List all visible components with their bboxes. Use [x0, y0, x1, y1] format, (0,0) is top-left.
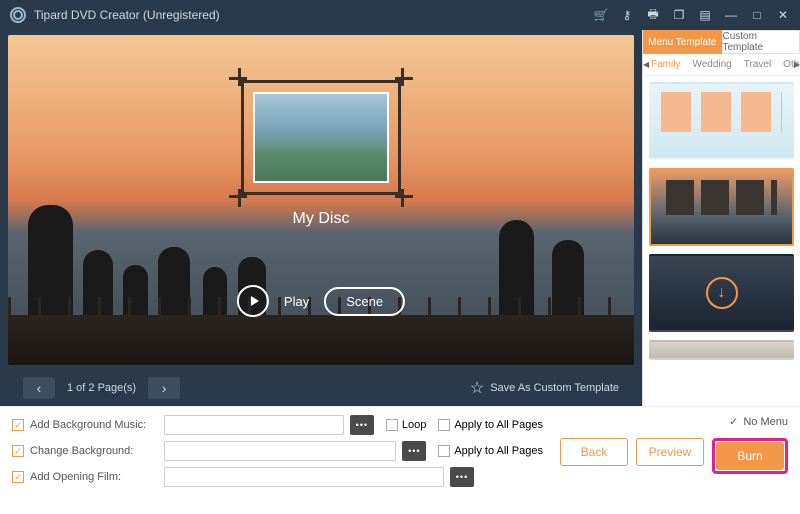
no-menu-label: No Menu — [743, 416, 788, 428]
opening-film-browse-button[interactable]: ••• — [450, 467, 474, 487]
opening-film-input[interactable] — [164, 467, 444, 487]
settings-icon[interactable]: ▤ — [698, 8, 712, 22]
template-thumbnails: ↓ — [643, 76, 800, 406]
category-wedding[interactable]: Wedding — [686, 59, 737, 70]
next-page-button[interactable]: › — [148, 377, 180, 399]
play-controls: Play Scene — [237, 285, 405, 317]
cart-icon[interactable]: 🛒 — [594, 8, 608, 22]
back-button[interactable]: Back — [560, 438, 628, 466]
template-thumb-2[interactable] — [649, 168, 794, 246]
download-icon: ↓ — [706, 277, 738, 309]
change-bg-label: Change Background: — [30, 445, 158, 457]
bg-music-browse-button[interactable]: ••• — [350, 415, 374, 435]
template-thumb-4[interactable] — [649, 340, 794, 360]
app-title: Tipard DVD Creator (Unregistered) — [34, 8, 594, 22]
disc-title[interactable]: My Disc — [293, 210, 350, 228]
opening-film-label: Add Opening Film: — [30, 471, 158, 483]
music-apply-all-checkbox[interactable]: ✓ — [438, 419, 450, 431]
template-sidebar: Menu Template Custom Template ◀ Family W… — [642, 30, 800, 406]
print-icon[interactable]: 🖶 — [646, 8, 660, 22]
titlebar: Tipard DVD Creator (Unregistered) 🛒 ⚷ 🖶 … — [0, 0, 800, 30]
video-thumbnail — [253, 92, 389, 183]
preview-button[interactable]: Preview — [636, 438, 704, 466]
star-icon: ☆ — [470, 378, 484, 398]
page-indicator: 1 of 2 Page(s) — [67, 382, 136, 394]
menu-preview-canvas: My Disc Play Scene — [8, 35, 634, 365]
bg-apply-all-checkbox[interactable]: ✓ — [438, 445, 450, 457]
template-type-tabs: Menu Template Custom Template — [643, 30, 800, 54]
loop-label: Loop — [402, 419, 426, 431]
change-bg-browse-button[interactable]: ••• — [402, 441, 426, 461]
prev-page-button[interactable]: ‹ — [23, 377, 55, 399]
loop-checkbox[interactable]: ✓ — [386, 419, 398, 431]
bg-music-input[interactable] — [164, 415, 344, 435]
titlebar-icons: 🛒 ⚷ 🖶 ❐ ▤ — □ ✕ — [594, 8, 790, 22]
opening-film-checkbox[interactable]: ✓ — [12, 471, 24, 483]
no-menu-option: ✓ No Menu — [729, 415, 788, 428]
change-bg-checkbox[interactable]: ✓ — [12, 445, 24, 457]
close-icon[interactable]: ✕ — [776, 8, 790, 22]
burn-button[interactable]: Burn — [716, 442, 784, 470]
category-tabs: ◀ Family Wedding Travel Oth ▶ — [643, 54, 800, 76]
category-scroll-left-icon[interactable]: ◀ — [643, 60, 649, 69]
template-thumb-1[interactable] — [649, 82, 794, 160]
bg-pier — [8, 315, 634, 365]
key-icon[interactable]: ⚷ — [620, 8, 634, 22]
save-template-link[interactable]: Save As Custom Template — [490, 382, 619, 394]
options-column: ✓ Add Background Music: ••• ✓ Loop ✓ Apply… — [12, 415, 543, 508]
bottom-panel: ✓ Add Background Music: ••• ✓ Loop ✓ Apply… — [0, 406, 800, 514]
opening-film-row: ✓ Add Opening Film: ••• — [12, 467, 543, 487]
category-scroll-right-icon[interactable]: ▶ — [794, 60, 800, 69]
category-family[interactable]: Family — [645, 59, 686, 70]
video-frame[interactable] — [241, 80, 401, 195]
bg-music-label: Add Background Music: — [30, 419, 158, 431]
preview-panel: My Disc Play Scene ‹ 1 of 2 Page(s) › ☆ … — [0, 30, 642, 406]
pager-bar: ‹ 1 of 2 Page(s) › ☆ Save As Custom Temp… — [8, 370, 634, 406]
no-menu-checkbox[interactable]: ✓ — [729, 415, 738, 428]
change-bg-input[interactable] — [164, 441, 396, 461]
scene-button[interactable]: Scene — [324, 287, 405, 316]
change-bg-row: ✓ Change Background: ••• ✓ Apply to All P… — [12, 441, 543, 461]
tab-menu-template[interactable]: Menu Template — [643, 30, 722, 54]
bg-apply-all-label: Apply to All Pages — [454, 445, 543, 457]
main-area: My Disc Play Scene ‹ 1 of 2 Page(s) › ☆ … — [0, 30, 800, 406]
play-button-icon[interactable] — [237, 285, 269, 317]
play-label[interactable]: Play — [284, 294, 309, 309]
burn-highlight: Burn — [712, 438, 788, 474]
template-thumb-3[interactable]: ↓ — [649, 254, 794, 332]
actions-column: ✓ No Menu Back Preview Burn — [558, 415, 788, 508]
category-travel[interactable]: Travel — [738, 59, 777, 70]
minimize-icon[interactable]: — — [724, 8, 738, 22]
action-buttons: Back Preview Burn — [560, 438, 788, 474]
music-apply-all-label: Apply to All Pages — [454, 419, 543, 431]
bg-music-checkbox[interactable]: ✓ — [12, 419, 24, 431]
help-icon[interactable]: ❐ — [672, 8, 686, 22]
maximize-icon[interactable]: □ — [750, 8, 764, 22]
app-logo-icon — [10, 7, 26, 23]
tab-custom-template[interactable]: Custom Template — [722, 30, 800, 54]
bg-music-row: ✓ Add Background Music: ••• ✓ Loop ✓ Apply… — [12, 415, 543, 435]
